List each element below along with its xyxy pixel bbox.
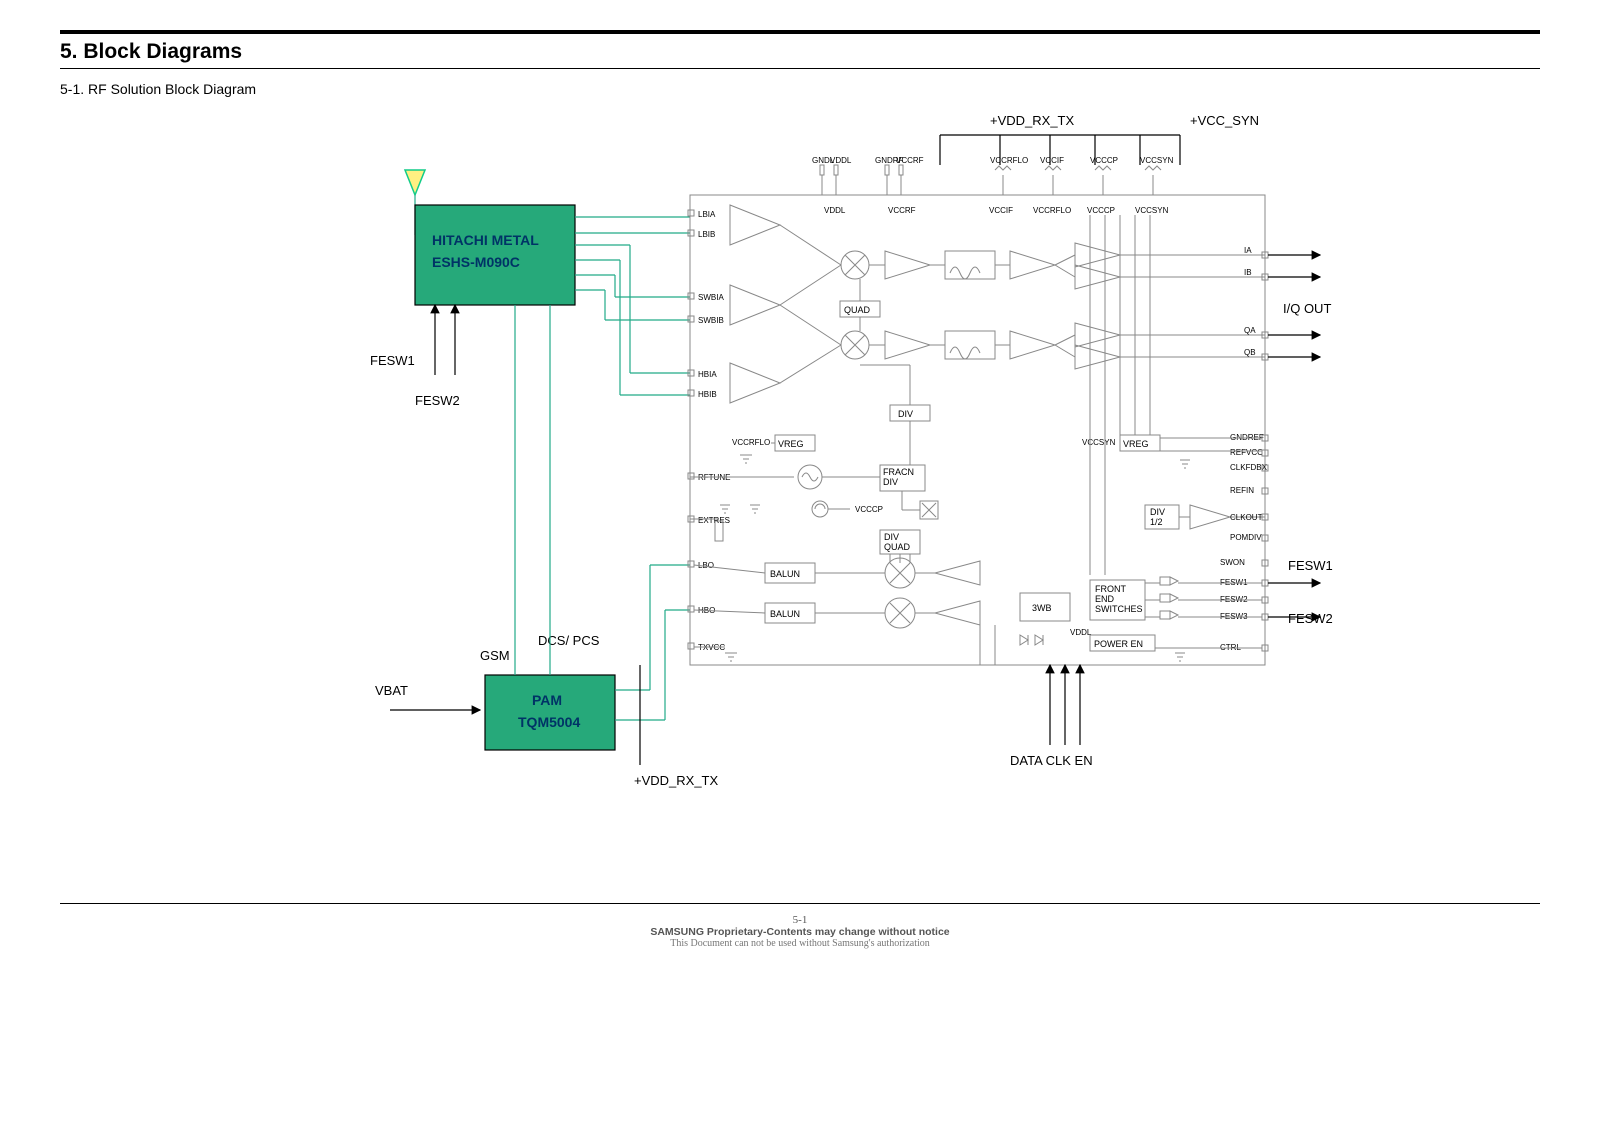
svg-text:LBIB: LBIB [698,230,715,239]
fem-line1: HITACHI METAL [432,232,539,248]
page-number: 5-1 [60,914,1540,926]
svg-text:VCCRF: VCCRF [896,156,924,165]
svg-text:BALUN: BALUN [770,609,800,619]
svg-text:LBIA: LBIA [698,210,716,219]
svg-text:IB: IB [1244,268,1252,277]
svg-text:VDDL: VDDL [830,156,852,165]
svg-text:VCCSYN: VCCSYN [1082,438,1116,447]
pam-line2: TQM5004 [518,714,580,730]
svg-text:3WB: 3WB [1032,603,1052,613]
svg-text:POMDIV: POMDIV [1230,533,1262,542]
svg-text:QB: QB [1244,348,1256,357]
tx-chain: BALUN BALUN [694,558,980,661]
svg-text:VDDL: VDDL [824,206,846,215]
power-bus [1090,215,1150,575]
svg-text:VCCCP: VCCCP [1090,156,1118,165]
svg-text:VREG: VREG [778,439,804,449]
svg-text:VCCCP: VCCCP [855,505,883,514]
iq-out-label: I/Q OUT [1283,301,1331,316]
footer-proprietary: SAMSUNG Proprietary-Contents may change … [60,926,1540,938]
svg-text:QA: QA [1244,326,1256,335]
svg-text:POWER EN: POWER EN [1094,639,1143,649]
footer-rule [60,903,1540,904]
svg-text:BALUN: BALUN [770,569,800,579]
svg-text:HBIB: HBIB [698,390,717,399]
svg-text:SWON: SWON [1220,558,1245,567]
svg-text:SWBIA: SWBIA [698,293,724,302]
svg-text:VDDL: VDDL [1070,628,1092,637]
svg-text:DIV: DIV [898,409,913,419]
svg-text:VCCCP: VCCCP [1087,206,1115,215]
vbat-label: VBAT [375,683,408,698]
svg-text:VCCRFLO: VCCRFLO [990,156,1028,165]
svg-text:HBIA: HBIA [698,370,717,379]
svg-text:SWBIB: SWBIB [698,316,724,325]
fem-line2: ESHS-M090C [432,254,520,270]
svg-text:IA: IA [1244,246,1252,255]
rail-vdd-rx-tx: +VDD_RX_TX [990,113,1074,128]
pam-block [485,675,615,750]
svg-text:REFVCC: REFVCC [1230,448,1263,457]
rx-chain: QUAD [730,205,1331,403]
section-title: 5. Block Diagrams [60,40,1540,64]
top-cap-row: GNDL VDDL VDDL GNDRF VCCRF VCCRF VCCRFLO… [812,156,1174,215]
subsection-title: 5-1. RF Solution Block Diagram [60,81,1540,97]
fesw1-left-label: FESW1 [370,353,415,368]
rail-vcc-syn: +VCC_SYN [1190,113,1259,128]
pam-line1: PAM [532,692,562,708]
svg-text:VCCIF: VCCIF [989,206,1013,215]
svg-text:VREG: VREG [1123,439,1149,449]
fesw2-right-label: FESW2 [1288,611,1333,626]
svg-text:VCCIF: VCCIF [1040,156,1064,165]
synth-area: DIV VREG VCCRFLO VREG VCCSYN FRACNDIV [690,365,1268,563]
svg-text:VCCSYN: VCCSYN [1140,156,1174,165]
svg-text:CLKOUT: CLKOUT [1230,513,1263,522]
dcs-pcs-label: DCS/ PCS [538,633,600,648]
svg-text:VCCRF: VCCRF [888,206,916,215]
ctrl-area: 3WB FRONTENDSWITCHES POWER EN VDDL SWON … [1020,558,1333,661]
svg-text:QUAD: QUAD [844,305,871,315]
svg-text:REFIN: REFIN [1230,486,1254,495]
svg-text:VCCRFLO: VCCRFLO [1033,206,1071,215]
title-underline [60,68,1540,69]
top-heavy-rule [60,30,1540,34]
svg-text:VCCSYN: VCCSYN [1135,206,1169,215]
fesw1-right-label: FESW1 [1288,558,1333,573]
block-diagram: +VDD_RX_TX +VCC_SYN HITACHI METAL ESHS-M… [220,105,1380,885]
footer-auth: This Document can not be used without Sa… [60,938,1540,949]
svg-text:+VDD_RX_TX: +VDD_RX_TX [634,773,718,788]
fesw2-left-label: FESW2 [415,393,460,408]
gsm-label: GSM [480,648,510,663]
page-footer: 5-1 SAMSUNG Proprietary-Contents may cha… [60,914,1540,949]
chip-left-ports: LBIA LBIB SWBIA SWBIB HBIA HBIB RFTUNE E… [688,210,730,652]
svg-text:DATA CLK EN: DATA CLK EN [1010,753,1093,768]
svg-text:VCCRFLO: VCCRFLO [732,438,770,447]
svg-text:EXTRES: EXTRES [698,516,730,525]
